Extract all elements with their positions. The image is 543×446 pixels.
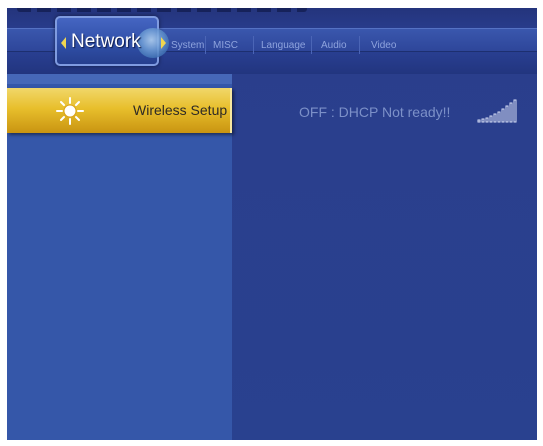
menu-panel-top-edge (7, 74, 232, 84)
tab-network[interactable]: Network (55, 16, 169, 66)
sun-icon (56, 97, 84, 125)
menu-item-label: Wireless Setup (133, 102, 228, 118)
tab-divider (311, 36, 312, 54)
tab-misc[interactable]: MISC (213, 40, 238, 51)
tab-divider (253, 36, 254, 54)
menu-item-wireless-setup[interactable]: Wireless Setup (7, 88, 232, 133)
wireless-status-text: OFF : DHCP Not ready!! (299, 104, 451, 120)
tab-audio[interactable]: Audio (321, 40, 347, 51)
top-decoration (17, 8, 307, 12)
tab-divider (205, 36, 206, 54)
top-tab-bar: Network System MISC Language Audio Video (7, 8, 537, 74)
tab-system[interactable]: System (171, 40, 204, 51)
tab-network-label: Network (71, 31, 141, 52)
arrow-right-icon[interactable] (161, 37, 166, 49)
arrow-left-icon[interactable] (61, 37, 66, 49)
media-player-screen: Network System MISC Language Audio Video (7, 8, 537, 440)
tab-divider (359, 36, 360, 54)
signal-bars-icon (477, 99, 517, 123)
tab-language[interactable]: Language (261, 40, 306, 51)
tab-video[interactable]: Video (371, 40, 396, 51)
